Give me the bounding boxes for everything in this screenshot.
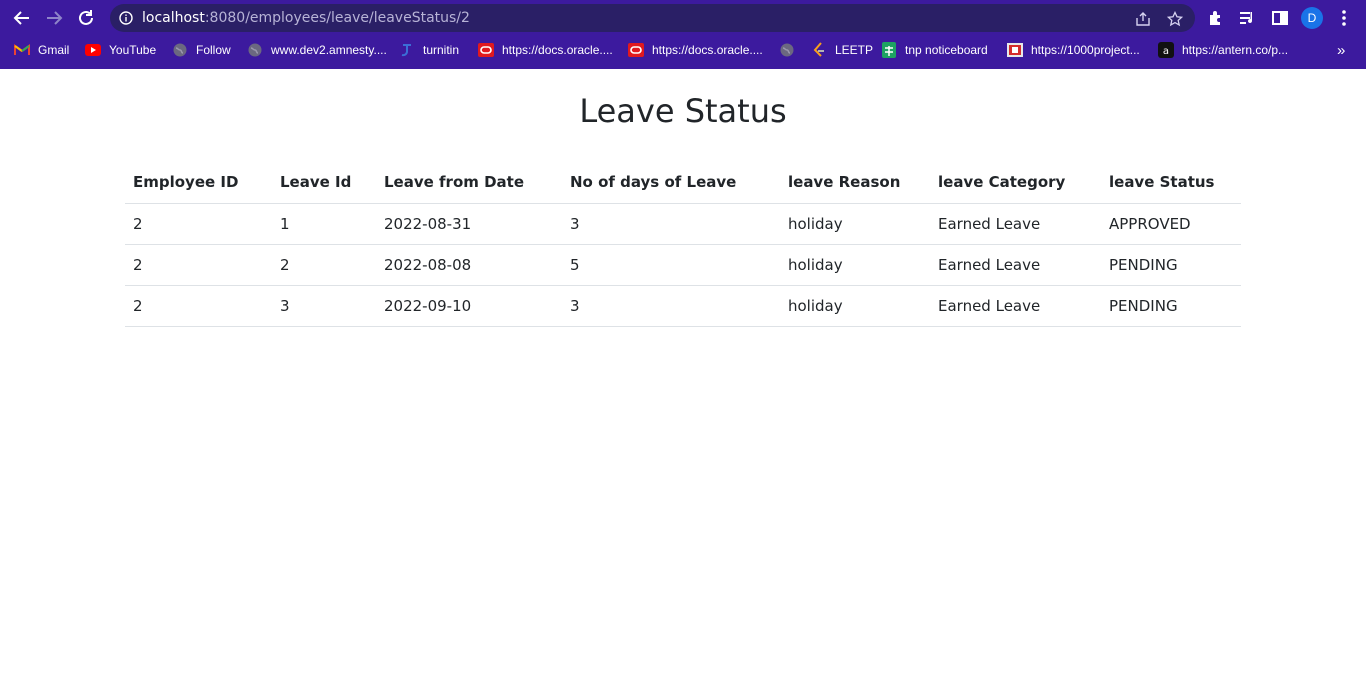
cell-leave-from-date: 2022-08-08 bbox=[376, 244, 562, 286]
column-header-leave-category: leave Category bbox=[930, 162, 1101, 204]
bookmark-label: https://docs.oracle.... bbox=[652, 43, 763, 57]
table-row: 2 2 2022-08-08 5 holiday Earned Leave PE… bbox=[125, 244, 1241, 286]
oracle-icon bbox=[478, 42, 494, 58]
cell-employee-id: 2 bbox=[125, 285, 272, 327]
bookmark-gmail[interactable]: Gmail bbox=[14, 41, 69, 59]
cell-leave-from-date: 2022-08-31 bbox=[376, 203, 562, 245]
leetcode-icon bbox=[811, 42, 827, 58]
gmail-icon bbox=[14, 42, 30, 58]
bookmarks-bar: Gmail YouTube Follow www.dev2.amnesty...… bbox=[0, 37, 1366, 63]
cell-leave-from-date: 2022-09-10 bbox=[376, 285, 562, 327]
column-header-leave-status: leave Status bbox=[1101, 162, 1241, 204]
cell-leave-status: PENDING bbox=[1101, 244, 1241, 286]
cell-leave-category: Earned Leave bbox=[930, 285, 1101, 327]
bookmarks-overflow-button[interactable]: » bbox=[1337, 41, 1345, 59]
cell-leave-category: Earned Leave bbox=[930, 244, 1101, 286]
forward-button[interactable] bbox=[42, 6, 66, 30]
cell-leave-reason: holiday bbox=[780, 285, 930, 327]
bookmark-amnesty[interactable]: www.dev2.amnesty.... bbox=[247, 41, 387, 59]
media-control-icon[interactable] bbox=[1238, 8, 1258, 28]
bookmark-antern[interactable]: a https://antern.co/p... bbox=[1158, 41, 1288, 59]
cell-days-of-leave: 3 bbox=[562, 203, 780, 245]
bookmark-follow[interactable]: Follow bbox=[172, 41, 231, 59]
sheets-icon bbox=[881, 42, 897, 58]
cell-leave-reason: holiday bbox=[780, 203, 930, 245]
column-header-days-of-leave: No of days of Leave bbox=[562, 162, 780, 204]
bookmark-tnp-noticeboard[interactable]: tnp noticeboard bbox=[881, 41, 988, 59]
side-panel-icon[interactable] bbox=[1270, 8, 1290, 28]
info-icon[interactable] bbox=[119, 11, 133, 25]
bookmark-label: turnitin bbox=[423, 43, 460, 57]
bookmark-label: https://1000project... bbox=[1031, 43, 1140, 57]
bookmark-label: www.dev2.amnesty.... bbox=[271, 43, 387, 57]
address-bar[interactable]: localhost:8080/employees/leave/leaveStat… bbox=[110, 4, 1195, 32]
bookmark-youtube[interactable]: YouTube bbox=[85, 41, 156, 59]
column-header-leave-reason: leave Reason bbox=[780, 162, 930, 204]
column-header-leave-from-date: Leave from Date bbox=[376, 162, 562, 204]
page-title: Leave Status bbox=[579, 92, 787, 130]
browser-toolbar: localhost:8080/employees/leave/leaveStat… bbox=[0, 0, 1366, 36]
bookmark-label: tnp noticeboard bbox=[905, 43, 988, 57]
column-header-leave-id: Leave Id bbox=[272, 162, 376, 204]
turnitin-icon bbox=[399, 42, 415, 58]
bookmark-label: Follow bbox=[196, 43, 231, 57]
browser-chrome: localhost:8080/employees/leave/leaveStat… bbox=[0, 0, 1366, 69]
share-icon[interactable] bbox=[1135, 11, 1151, 27]
arrow-right-icon bbox=[47, 11, 63, 25]
table-row: 2 1 2022-08-31 3 holiday Earned Leave AP… bbox=[125, 203, 1241, 245]
bookmark-globe[interactable] bbox=[779, 41, 795, 59]
bookmark-label: Gmail bbox=[38, 43, 70, 57]
cell-leave-id: 1 bbox=[272, 203, 376, 245]
oracle-icon bbox=[628, 42, 644, 58]
antern-icon: a bbox=[1158, 42, 1174, 58]
bookmark-label: https://docs.oracle.... bbox=[502, 43, 613, 57]
back-button[interactable] bbox=[10, 6, 34, 30]
svg-text:a: a bbox=[1163, 46, 1169, 57]
url-path: :8080/employees/leave/leaveStatus/2 bbox=[204, 10, 470, 26]
cell-days-of-leave: 5 bbox=[562, 244, 780, 286]
arrow-left-icon bbox=[13, 11, 29, 25]
extensions-icon[interactable] bbox=[1206, 8, 1226, 28]
globe-icon bbox=[172, 42, 188, 58]
url-text: localhost:8080/employees/leave/leaveStat… bbox=[142, 4, 470, 32]
cell-leave-category: Earned Leave bbox=[930, 203, 1101, 245]
more-menu-icon[interactable] bbox=[1334, 8, 1354, 28]
bookmark-oracle-2[interactable]: https://docs.oracle.... bbox=[628, 41, 763, 59]
bookmark-oracle-1[interactable]: https://docs.oracle.... bbox=[478, 41, 613, 59]
cell-leave-id: 2 bbox=[272, 244, 376, 286]
cell-employee-id: 2 bbox=[125, 244, 272, 286]
leave-status-table: Employee ID Leave Id Leave from Date No … bbox=[125, 162, 1241, 327]
globe-icon bbox=[247, 42, 263, 58]
cell-leave-reason: holiday bbox=[780, 244, 930, 286]
bookmark-turnitin[interactable]: turnitin bbox=[399, 41, 459, 59]
bookmark-leetp[interactable]: LEETP bbox=[811, 41, 873, 59]
profile-avatar[interactable]: D bbox=[1301, 7, 1323, 29]
bookmark-label: https://antern.co/p... bbox=[1182, 43, 1289, 57]
reload-button[interactable] bbox=[74, 6, 98, 30]
table-header-row: Employee ID Leave Id Leave from Date No … bbox=[125, 162, 1241, 204]
star-icon[interactable] bbox=[1167, 11, 1183, 27]
bookmark-1000projects[interactable]: https://1000project... bbox=[1007, 41, 1140, 59]
cell-days-of-leave: 3 bbox=[562, 285, 780, 327]
bookmark-label: YouTube bbox=[109, 43, 157, 57]
cell-employee-id: 2 bbox=[125, 203, 272, 245]
table-row: 2 3 2022-09-10 3 holiday Earned Leave PE… bbox=[125, 285, 1241, 327]
cell-leave-status: APPROVED bbox=[1101, 203, 1241, 245]
reload-icon bbox=[79, 10, 93, 25]
url-host: localhost bbox=[142, 10, 205, 26]
globe-icon bbox=[779, 42, 795, 58]
cell-leave-status: PENDING bbox=[1101, 285, 1241, 327]
projects-icon bbox=[1007, 42, 1023, 58]
column-header-employee-id: Employee ID bbox=[125, 162, 272, 204]
bookmark-label: LEETP bbox=[835, 43, 874, 57]
youtube-icon bbox=[85, 42, 101, 58]
cell-leave-id: 3 bbox=[272, 285, 376, 327]
